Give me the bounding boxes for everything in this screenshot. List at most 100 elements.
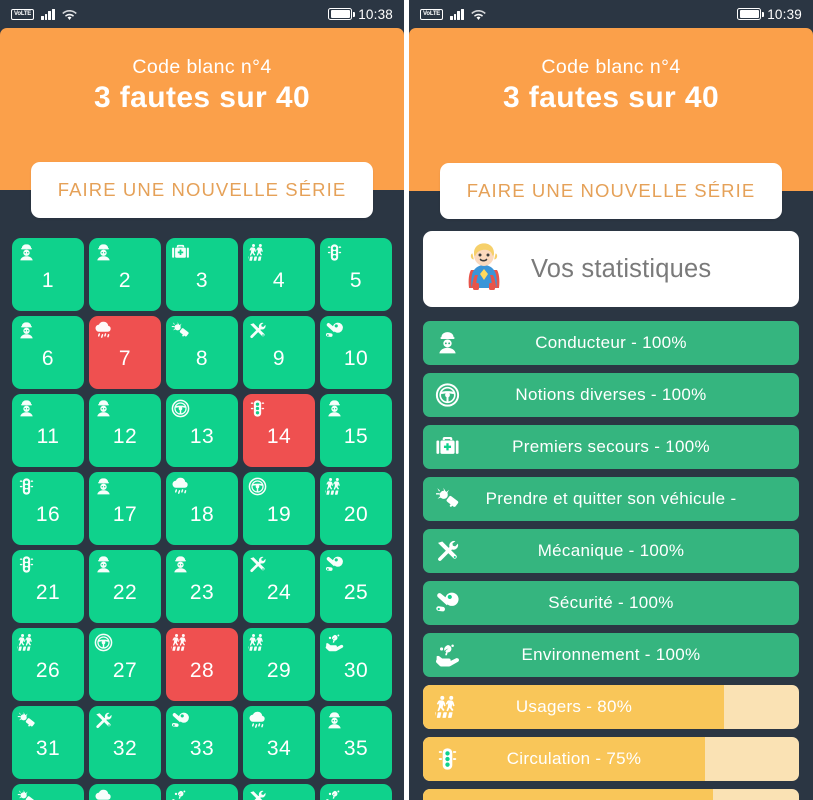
- question-tile[interactable]: 1: [12, 238, 84, 311]
- question-tile[interactable]: 37: [89, 784, 161, 800]
- question-tile[interactable]: 23: [166, 550, 238, 623]
- your-statistics-card[interactable]: Vos statistiques: [423, 231, 799, 307]
- question-tile[interactable]: 10: [320, 316, 392, 389]
- driver-icon: [94, 399, 113, 418]
- pedestrians-icon: [248, 633, 267, 652]
- new-series-button-right[interactable]: FAIRE UNE NOUVELLE SÉRIE: [440, 163, 782, 219]
- left-phone-screen: VoLTE 10:38 Code blanc n°4 3 fautes sur …: [0, 0, 404, 800]
- question-number: 32: [112, 737, 138, 760]
- question-tile[interactable]: 13: [166, 394, 238, 467]
- question-number: 18: [189, 503, 215, 526]
- question-number: 3: [195, 269, 209, 292]
- question-tile[interactable]: 21: [12, 550, 84, 623]
- question-tile[interactable]: 22: [89, 550, 161, 623]
- traffic-light-icon: [17, 477, 36, 496]
- question-tile[interactable]: 6: [12, 316, 84, 389]
- question-number: 22: [112, 581, 138, 604]
- question-tile[interactable]: 7: [89, 316, 161, 389]
- statistic-bar[interactable]: Prendre et quitter son véhicule -: [423, 477, 799, 521]
- question-tile[interactable]: 39: [243, 784, 315, 800]
- question-tile[interactable]: 30: [320, 628, 392, 701]
- question-tile[interactable]: 16: [12, 472, 84, 545]
- seatbelt-icon: [171, 711, 190, 730]
- question-tile[interactable]: 27: [89, 628, 161, 701]
- statistic-bar[interactable]: Mécanique - 100%: [423, 529, 799, 573]
- question-tile[interactable]: 32: [89, 706, 161, 779]
- question-tile[interactable]: 33: [166, 706, 238, 779]
- question-number: 14: [266, 425, 292, 448]
- statistic-bar[interactable]: Notions diverses - 100%: [423, 373, 799, 417]
- statistic-bar[interactable]: Conducteur - 100%: [423, 321, 799, 365]
- statistic-bar-label: Conducteur - 100%: [535, 333, 687, 352]
- question-tile[interactable]: 15: [320, 394, 392, 467]
- environment-icon: [171, 789, 190, 800]
- first-aid-kit-icon: [171, 243, 190, 262]
- question-tile[interactable]: 28: [166, 628, 238, 701]
- question-number: 24: [266, 581, 292, 604]
- question-tile[interactable]: 19: [243, 472, 315, 545]
- statistic-bar[interactable]: Usagers - 80%: [423, 685, 799, 729]
- question-tile[interactable]: 3: [166, 238, 238, 311]
- question-tile[interactable]: 25: [320, 550, 392, 623]
- question-number: 27: [112, 659, 138, 682]
- seatbelt-icon: [325, 555, 344, 574]
- question-tile[interactable]: 26: [12, 628, 84, 701]
- question-tile[interactable]: 14: [243, 394, 315, 467]
- tools-icon: [248, 555, 267, 574]
- question-tile[interactable]: 2: [89, 238, 161, 311]
- question-number: 1: [41, 269, 55, 292]
- question-number: 30: [343, 659, 369, 682]
- wifi-icon: [61, 8, 77, 20]
- question-tile[interactable]: 17: [89, 472, 161, 545]
- driver-icon: [94, 477, 113, 496]
- question-tile[interactable]: 4: [243, 238, 315, 311]
- question-tile[interactable]: 34: [243, 706, 315, 779]
- traffic-light-icon: [248, 399, 267, 418]
- question-tile[interactable]: 24: [243, 550, 315, 623]
- clock-left: 10:38: [358, 6, 393, 22]
- statistic-bar-label: Premiers secours - 100%: [512, 437, 710, 456]
- question-tile[interactable]: 40: [320, 784, 392, 800]
- statistic-bar-label: Notions diverses - 100%: [515, 385, 707, 404]
- battery-icon: [328, 8, 355, 20]
- battery-icon: [737, 8, 764, 20]
- question-tile[interactable]: 38: [166, 784, 238, 800]
- question-number: 23: [189, 581, 215, 604]
- statistic-bar-label: Circulation - 75%: [506, 749, 642, 768]
- question-number: 26: [35, 659, 61, 682]
- question-tile[interactable]: 18: [166, 472, 238, 545]
- pedestrians-icon: [17, 633, 36, 652]
- question-number: 4: [272, 269, 286, 292]
- tools-icon: [248, 321, 267, 340]
- score-title-left: 3 fautes sur 40: [93, 81, 311, 114]
- statistic-bar[interactable]: [423, 789, 799, 800]
- question-number: 15: [343, 425, 369, 448]
- traffic-light-icon: [325, 243, 344, 262]
- statistic-bar[interactable]: Environnement - 100%: [423, 633, 799, 677]
- status-left-group: VoLTE: [11, 8, 77, 20]
- question-tile[interactable]: 35: [320, 706, 392, 779]
- question-tile[interactable]: 11: [12, 394, 84, 467]
- status-left-group: VoLTE: [420, 8, 486, 20]
- question-tile[interactable]: 36: [12, 784, 84, 800]
- statistic-bar[interactable]: Premiers secours - 100%: [423, 425, 799, 469]
- question-number: 6: [41, 347, 55, 370]
- new-series-button-left[interactable]: FAIRE UNE NOUVELLE SÉRIE: [31, 162, 373, 218]
- environment-icon: [325, 789, 344, 800]
- statistic-bar[interactable]: Sécurité - 100%: [423, 581, 799, 625]
- question-number: 12: [112, 425, 138, 448]
- question-tile[interactable]: 31: [12, 706, 84, 779]
- question-tile[interactable]: 12: [89, 394, 161, 467]
- statistic-bar[interactable]: Circulation - 75%: [423, 737, 799, 781]
- question-number: 7: [118, 347, 132, 370]
- question-tile[interactable]: 9: [243, 316, 315, 389]
- question-tile[interactable]: 29: [243, 628, 315, 701]
- driver-icon: [94, 555, 113, 574]
- question-tile[interactable]: 20: [320, 472, 392, 545]
- question-tile[interactable]: 5: [320, 238, 392, 311]
- statistic-bar-label: Mécanique - 100%: [537, 541, 685, 560]
- volte-icon: VoLTE: [420, 8, 444, 20]
- steering-wheel-icon: [171, 399, 190, 418]
- question-tile[interactable]: 8: [166, 316, 238, 389]
- signal-bars-icon: [41, 8, 55, 20]
